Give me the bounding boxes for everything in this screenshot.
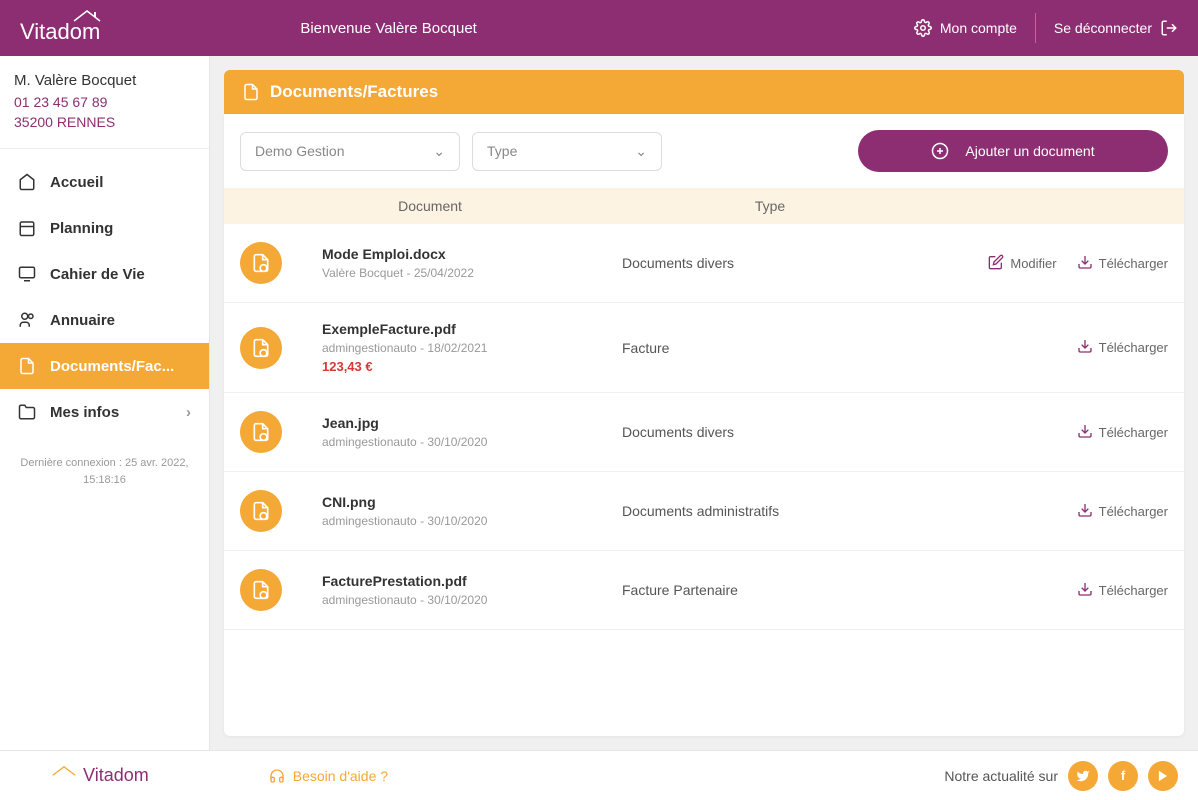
doc-price: 123,43 € xyxy=(322,359,622,374)
user-name: M. Valère Bocquet xyxy=(14,72,195,89)
doc-type: Documents divers xyxy=(622,255,922,271)
file-icon xyxy=(240,569,282,611)
download-action[interactable]: Télécharger xyxy=(1077,254,1168,273)
footer: Vitadom Besoin d'aide ? Notre actualité … xyxy=(0,750,1198,800)
logout-icon xyxy=(1160,19,1178,37)
doc-name: Mode Emploi.docx xyxy=(322,246,622,262)
download-action[interactable]: Télécharger xyxy=(1077,338,1168,357)
social-label: Notre actualité sur xyxy=(944,768,1058,784)
table-row: ExempleFacture.pdf admingestionauto - 18/… xyxy=(224,303,1184,393)
th-document: Document xyxy=(240,198,620,214)
chevron-down-icon: ⌄ xyxy=(433,143,445,160)
doc-meta: admingestionauto - 30/10/2020 xyxy=(322,435,622,449)
select-type[interactable]: Type ⌄ xyxy=(472,132,662,171)
user-city: 35200 RENNES xyxy=(14,113,195,133)
filters-row: Demo Gestion ⌄ Type ⌄ Ajouter un documen… xyxy=(224,114,1184,188)
file-icon xyxy=(240,411,282,453)
doc-type: Facture Partenaire xyxy=(622,582,922,598)
headset-icon xyxy=(269,768,285,784)
top-header: Vitadom Bienvenue Valère Bocquet Mon com… xyxy=(0,0,1198,56)
welcome-text: Bienvenue Valère Bocquet xyxy=(300,20,477,37)
download-icon xyxy=(1077,502,1093,521)
select-gestion[interactable]: Demo Gestion ⌄ xyxy=(240,132,460,171)
file-icon xyxy=(242,83,260,101)
download-icon xyxy=(1077,254,1093,273)
nav-mesinfos[interactable]: Mes infos › xyxy=(0,389,209,435)
folder-icon xyxy=(18,403,36,421)
nav-planning[interactable]: Planning xyxy=(0,205,209,251)
doc-meta: admingestionauto - 18/02/2021 xyxy=(322,341,622,355)
download-icon xyxy=(1077,338,1093,357)
download-icon xyxy=(1077,423,1093,442)
file-icon xyxy=(240,242,282,284)
file-icon xyxy=(240,490,282,532)
sidebar: M. Valère Bocquet 01 23 45 67 89 35200 R… xyxy=(0,56,210,750)
doc-name: ExempleFacture.pdf xyxy=(322,321,622,337)
modify-action[interactable]: Modifier xyxy=(988,254,1056,273)
doc-type: Facture xyxy=(622,340,922,356)
nav-accueil[interactable]: Accueil xyxy=(0,159,209,205)
nav: Accueil Planning Cahier de Vie Annuaire … xyxy=(0,149,209,435)
doc-name: FacturePrestation.pdf xyxy=(322,573,622,589)
doc-info: Jean.jpg admingestionauto - 30/10/2020 xyxy=(322,415,622,449)
table-row: FacturePrestation.pdf admingestionauto - … xyxy=(224,551,1184,630)
doc-info: ExempleFacture.pdf admingestionauto - 18/… xyxy=(322,321,622,374)
file-icon xyxy=(240,327,282,369)
doc-name: CNI.png xyxy=(322,494,622,510)
nav-documents[interactable]: Documents/Fac... xyxy=(0,343,209,389)
file-icon xyxy=(18,357,36,375)
page-title: Documents/Factures xyxy=(270,82,438,102)
download-icon xyxy=(1077,581,1093,600)
download-action[interactable]: Télécharger xyxy=(1077,581,1168,600)
doc-type: Documents administratifs xyxy=(622,503,922,519)
help-link[interactable]: Besoin d'aide ? xyxy=(269,768,388,784)
plus-circle-icon xyxy=(931,142,949,160)
doc-info: Mode Emploi.docx Valère Bocquet - 25/04/2… xyxy=(322,246,622,280)
user-phone: 01 23 45 67 89 xyxy=(14,93,195,113)
add-document-button[interactable]: Ajouter un document xyxy=(858,130,1168,172)
doc-meta: Valère Bocquet - 25/04/2022 xyxy=(322,266,622,280)
doc-name: Jean.jpg xyxy=(322,415,622,431)
home-icon xyxy=(18,173,36,191)
chevron-right-icon: › xyxy=(186,404,191,421)
doc-info: CNI.png admingestionauto - 30/10/2020 xyxy=(322,494,622,528)
nav-cahier[interactable]: Cahier de Vie xyxy=(0,251,209,297)
table-row: Mode Emploi.docx Valère Bocquet - 25/04/2… xyxy=(224,224,1184,303)
youtube-icon[interactable] xyxy=(1148,761,1178,791)
table-row: Jean.jpg admingestionauto - 30/10/2020Doc… xyxy=(224,393,1184,472)
doc-meta: admingestionauto - 30/10/2020 xyxy=(322,514,622,528)
nav-annuaire[interactable]: Annuaire xyxy=(0,297,209,343)
calendar-icon xyxy=(18,219,36,237)
users-icon xyxy=(18,311,36,329)
logout-link[interactable]: Se déconnecter xyxy=(1054,19,1178,37)
last-connection: Dernière connexion : 25 avr. 2022, 15:18… xyxy=(0,435,209,508)
download-action[interactable]: Télécharger xyxy=(1077,502,1168,521)
divider xyxy=(1035,13,1036,43)
th-type: Type xyxy=(620,198,920,214)
facebook-icon[interactable]: f xyxy=(1108,761,1138,791)
logo: Vitadom xyxy=(20,11,100,45)
twitter-icon[interactable] xyxy=(1068,761,1098,791)
page-header: Documents/Factures xyxy=(224,70,1184,114)
chevron-down-icon: ⌄ xyxy=(635,143,647,160)
monitor-icon xyxy=(18,265,36,283)
edit-icon xyxy=(988,254,1004,273)
social-links: Notre actualité sur f xyxy=(944,761,1178,791)
table-row: CNI.png admingestionauto - 30/10/2020Docu… xyxy=(224,472,1184,551)
gear-icon xyxy=(914,19,932,37)
user-info: M. Valère Bocquet 01 23 45 67 89 35200 R… xyxy=(0,56,209,149)
doc-meta: admingestionauto - 30/10/2020 xyxy=(322,593,622,607)
main-content: Documents/Factures Demo Gestion ⌄ Type ⌄… xyxy=(210,56,1198,750)
footer-logo: Vitadom xyxy=(50,765,149,786)
doc-info: FacturePrestation.pdf admingestionauto - … xyxy=(322,573,622,607)
my-account-link[interactable]: Mon compte xyxy=(914,19,1017,37)
table-header: Document Type xyxy=(224,188,1184,224)
download-action[interactable]: Télécharger xyxy=(1077,423,1168,442)
doc-type: Documents divers xyxy=(622,424,922,440)
